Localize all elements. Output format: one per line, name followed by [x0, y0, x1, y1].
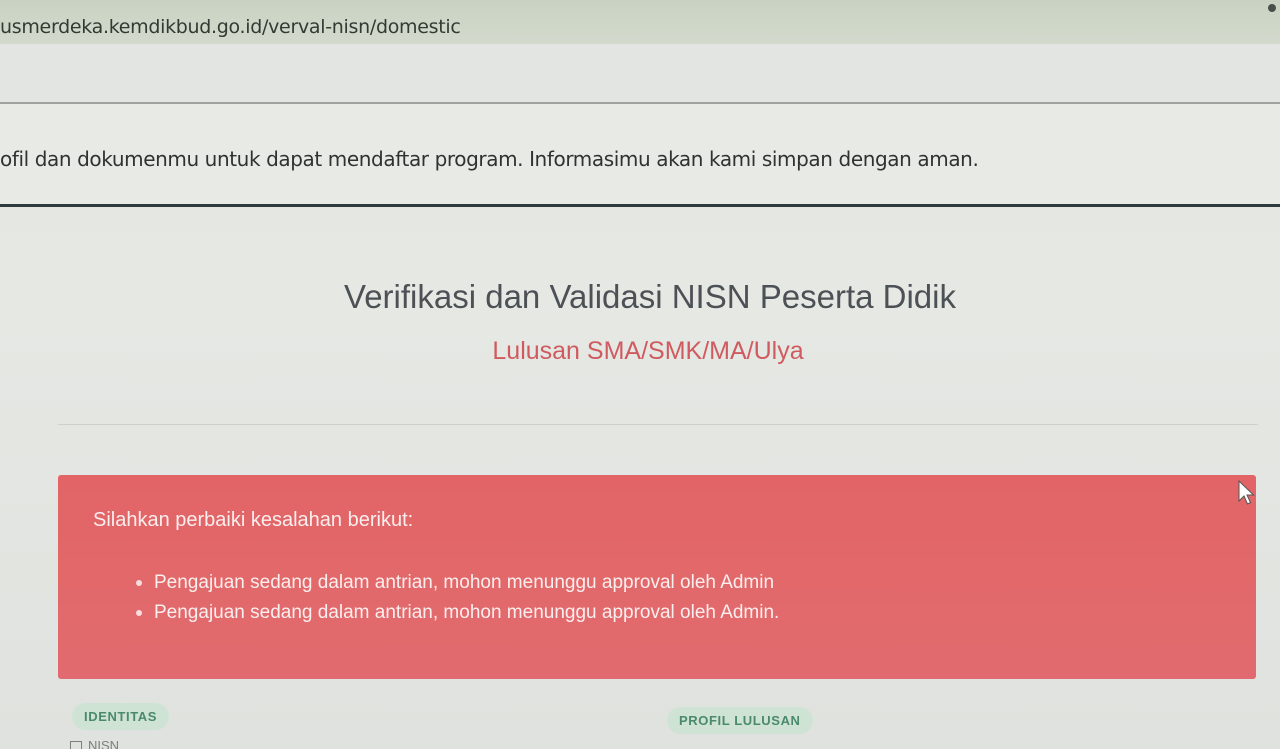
- nisn-field-label: NISN: [70, 738, 119, 749]
- info-divider: [0, 204, 1280, 207]
- url-text[interactable]: usmerdeka.kemdikbud.go.id/verval-nisn/do…: [0, 16, 461, 38]
- id-card-icon: [70, 740, 82, 749]
- tab-profil-lulusan[interactable]: PROFIL LULUSAN: [667, 707, 813, 734]
- browser-menu-icon[interactable]: [1268, 4, 1276, 12]
- page-title: Verifikasi dan Validasi NISN Peserta Did…: [344, 278, 956, 315]
- nisn-label: NISN: [88, 738, 120, 749]
- tab-identitas[interactable]: IDENTITAS: [72, 703, 170, 730]
- alert-heading: Silahkan perbaiki kesalahan berikut:: [93, 509, 414, 531]
- page-header-strip: [0, 44, 1280, 102]
- alert-item-text: Pengajuan sedang dalam antrian, mohon me…: [154, 602, 780, 623]
- page-subtitle: Lulusan SMA/SMK/MA/Ulya: [492, 337, 804, 365]
- alert-item: Pengajuan sedang dalam antrian, mohon me…: [136, 569, 779, 599]
- mouse-pointer-icon: [1238, 480, 1255, 505]
- page: usmerdeka.kemdikbud.go.id/verval-nisn/do…: [0, 0, 1280, 749]
- bullet-icon: [136, 610, 142, 616]
- info-banner-text: ofil dan dokumenmu untuk dapat mendaftar…: [0, 147, 979, 171]
- alert-list: Pengajuan sedang dalam antrian, mohon me…: [136, 569, 779, 629]
- alert-item-text: Pengajuan sedang dalam antrian, mohon me…: [154, 572, 775, 593]
- bullet-icon: [136, 580, 142, 586]
- error-alert: Silahkan perbaiki kesalahan berikut: Pen…: [58, 475, 1256, 679]
- alert-item: Pengajuan sedang dalam antrian, mohon me…: [136, 599, 779, 629]
- browser-address-bar[interactable]: usmerdeka.kemdikbud.go.id/verval-nisn/do…: [0, 0, 1280, 44]
- section-divider: [58, 424, 1258, 425]
